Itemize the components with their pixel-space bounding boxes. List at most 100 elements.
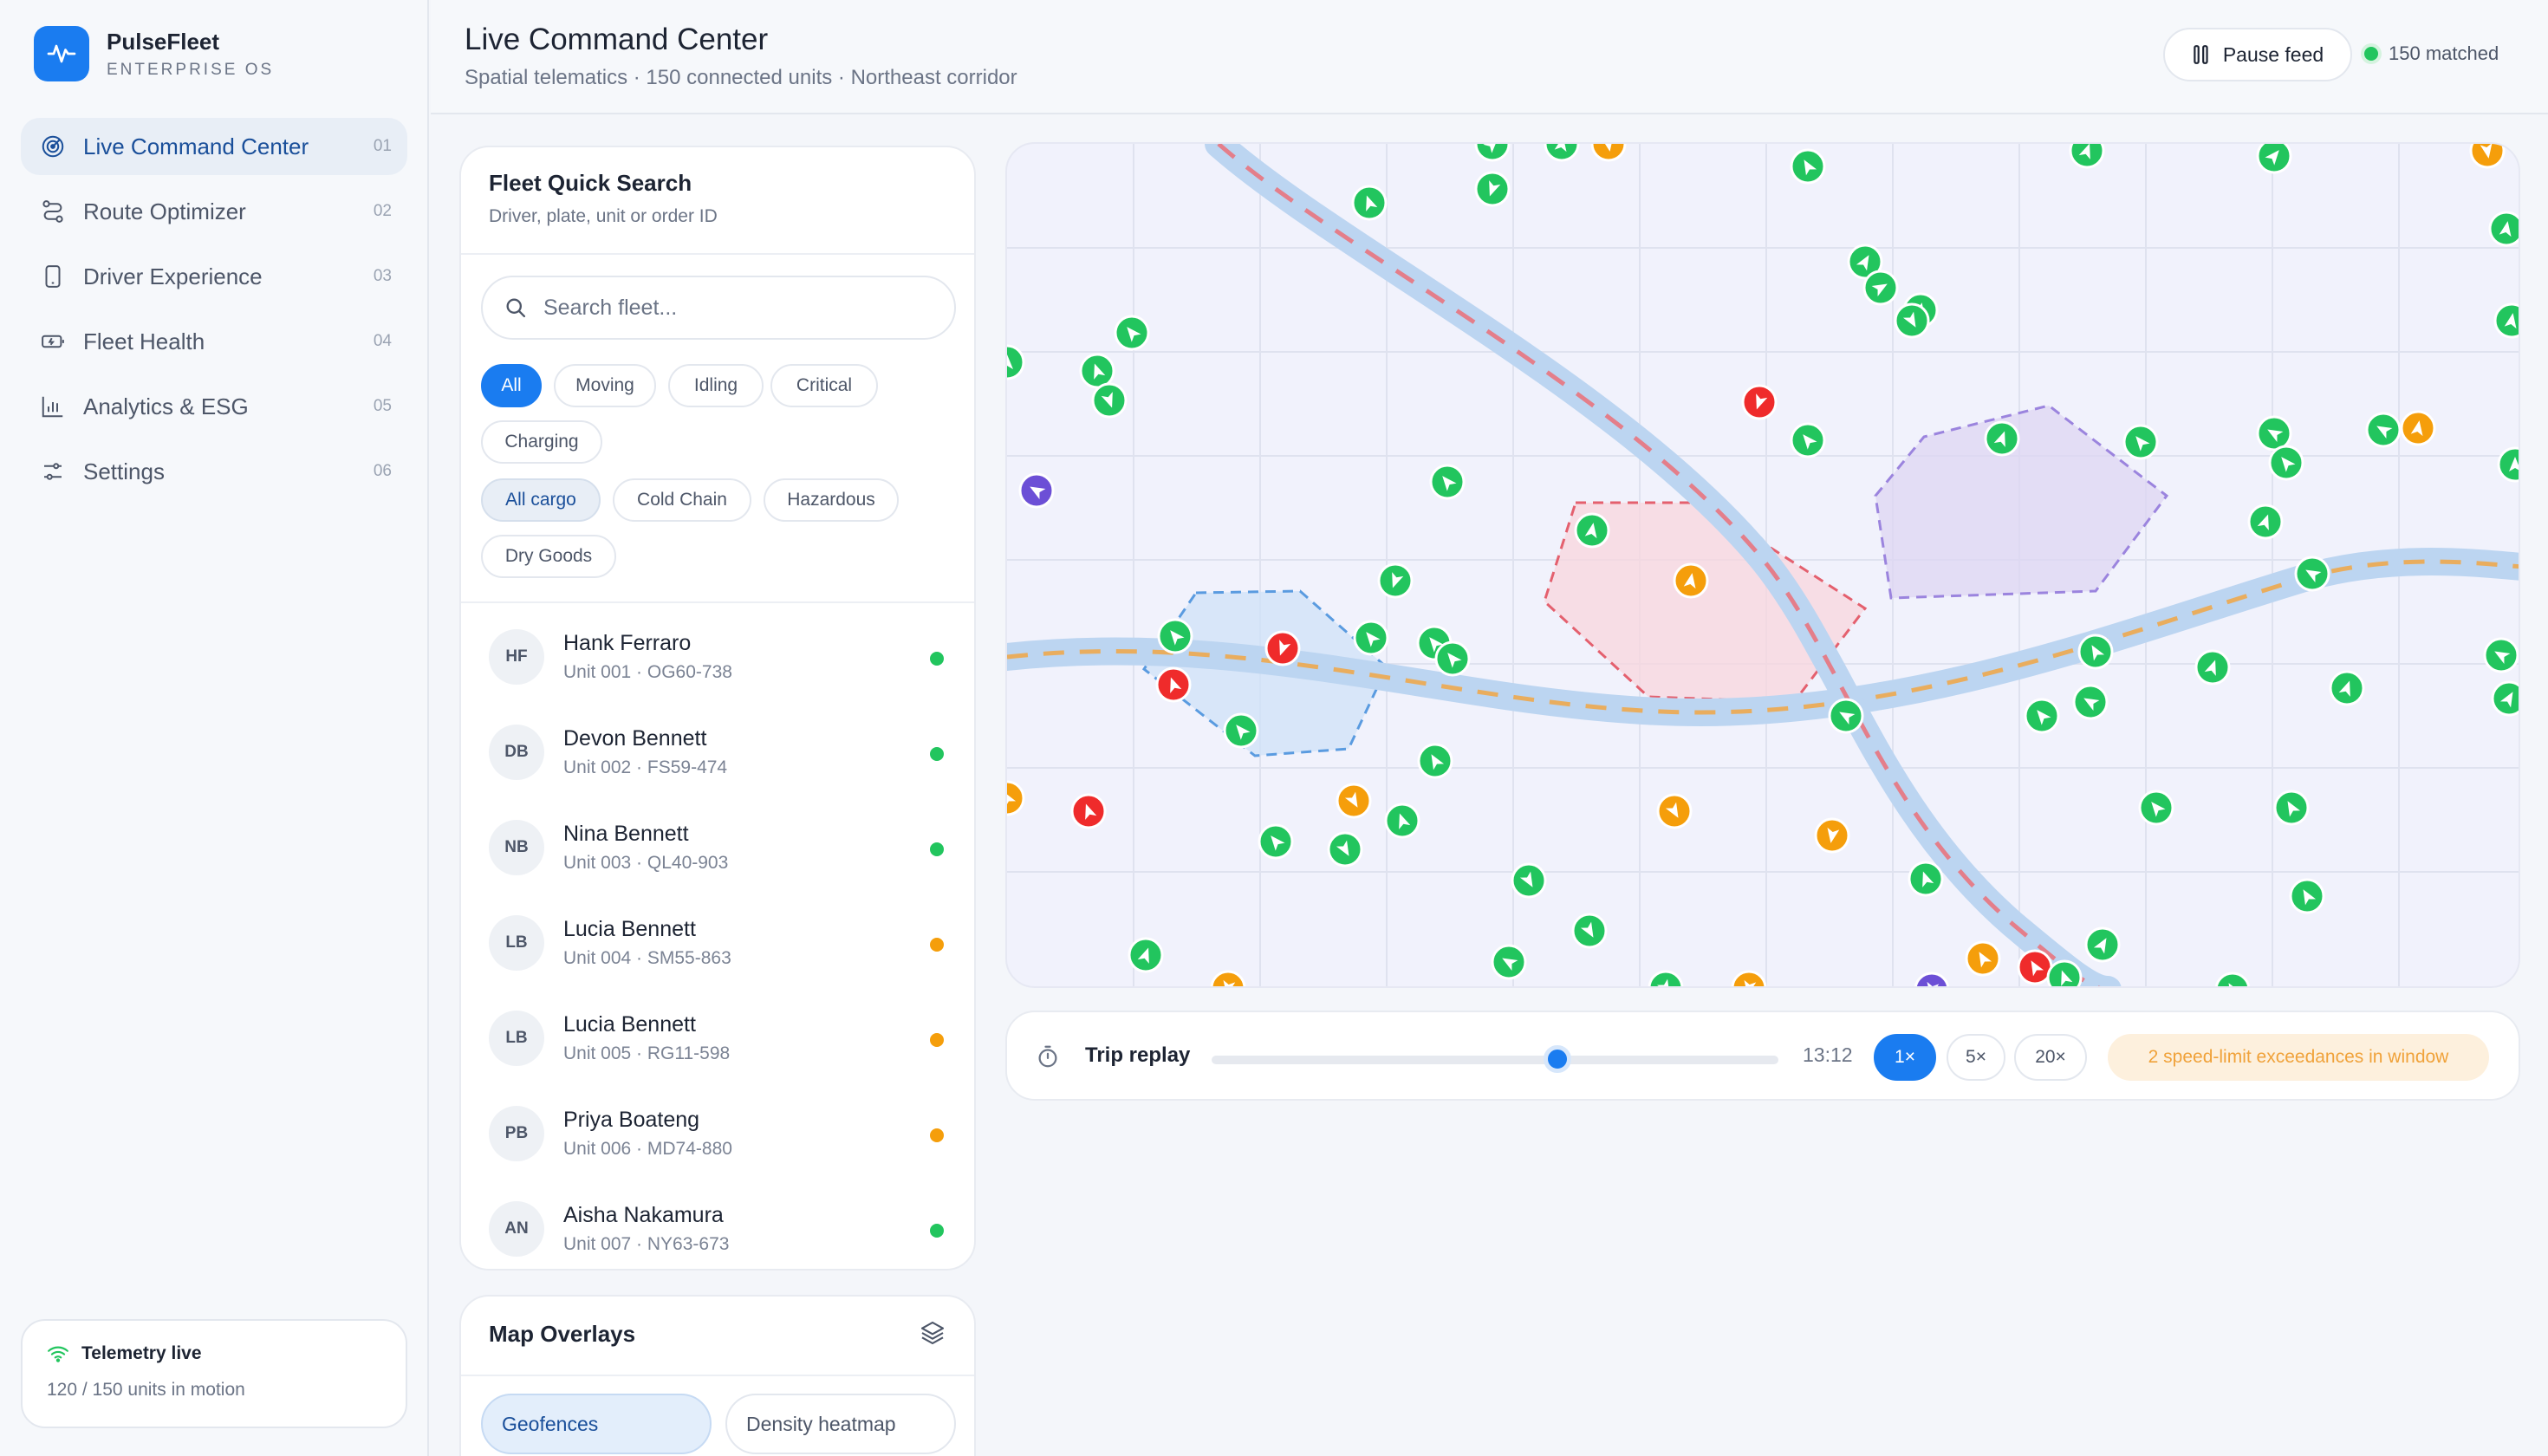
vehicle-marker-icon[interactable] (1155, 666, 1192, 703)
driver-row[interactable]: LB Lucia Bennett Unit 004 · SM55-863 (461, 900, 974, 995)
vehicle-marker-icon[interactable] (1474, 144, 1511, 162)
driver-row[interactable]: NB Nina Bennett Unit 003 · QL40-903 (461, 804, 974, 900)
vehicle-marker-icon[interactable] (2289, 878, 2325, 914)
vehicle-marker-icon[interactable] (1574, 512, 1610, 549)
vehicle-marker-icon[interactable] (2072, 684, 2109, 720)
vehicle-marker-icon[interactable] (1377, 562, 1414, 599)
speed-20x-button[interactable]: 20× (2014, 1034, 2087, 1081)
cargo-chip-cold-chain[interactable]: Cold Chain (613, 478, 751, 522)
vehicle-marker-icon[interactable] (1327, 831, 1363, 868)
vehicle-marker-icon[interactable] (1544, 144, 1580, 162)
vehicle-marker-icon[interactable] (1007, 344, 1025, 380)
vehicle-marker-icon[interactable] (1007, 780, 1025, 816)
search-input[interactable]: Search fleet... (481, 276, 956, 340)
vehicle-marker-icon[interactable] (1070, 793, 1107, 829)
vehicle-marker-icon[interactable] (1908, 861, 1944, 897)
vehicle-marker-icon[interactable] (2138, 790, 2174, 826)
nav-item-fleet-health[interactable]: Fleet Health 04 (21, 313, 407, 370)
vehicle-marker-icon[interactable] (2329, 670, 2365, 706)
vehicle-marker-icon[interactable] (1417, 743, 1453, 779)
filter-chip-critical[interactable]: Critical (770, 364, 878, 407)
layers-icon[interactable] (919, 1319, 946, 1351)
vehicle-marker-icon[interactable] (1264, 630, 1301, 666)
vehicle-marker-icon[interactable] (2024, 698, 2060, 734)
vehicle-marker-icon[interactable] (1384, 803, 1420, 839)
vehicle-marker-icon[interactable] (2122, 424, 2159, 460)
vehicle-marker-icon[interactable] (1157, 618, 1193, 654)
vehicle-marker-icon[interactable] (1741, 384, 1778, 420)
vehicle-marker-icon[interactable] (2194, 649, 2231, 686)
vehicle-marker-icon[interactable] (1429, 464, 1466, 500)
vehicle-marker-icon[interactable] (2069, 144, 2105, 169)
nav-item-driver-experience[interactable]: Driver Experience 03 (21, 248, 407, 305)
vehicle-marker-icon[interactable] (1210, 970, 1246, 988)
vehicle-marker-icon[interactable] (1590, 144, 1627, 162)
vehicle-marker-icon[interactable] (1814, 817, 1850, 854)
vehicle-marker-icon[interactable] (1965, 940, 2001, 977)
vehicle-marker-icon[interactable] (1091, 382, 1128, 419)
vehicle-marker-icon[interactable] (2488, 211, 2520, 247)
vehicle-marker-icon[interactable] (1018, 472, 1055, 509)
vehicle-marker-icon[interactable] (2491, 680, 2520, 717)
vehicle-marker-icon[interactable] (1258, 823, 1294, 860)
vehicle-marker-icon[interactable] (2469, 144, 2506, 169)
vehicle-marker-icon[interactable] (1656, 793, 1693, 829)
vehicle-marker-icon[interactable] (2256, 415, 2292, 452)
vehicle-marker-icon[interactable] (1673, 562, 1709, 599)
speed-1x-button[interactable]: 1× (1874, 1034, 1936, 1081)
nav-item-route-optimizer[interactable]: Route Optimizer 02 (21, 183, 407, 240)
overlay-density-heatmap-toggle[interactable]: Density heatmap (725, 1394, 956, 1454)
vehicle-marker-icon[interactable] (2084, 926, 2121, 963)
cargo-chip-hazardous[interactable]: Hazardous (764, 478, 899, 522)
vehicle-marker-icon[interactable] (2493, 302, 2520, 339)
vehicle-marker-icon[interactable] (2256, 144, 2292, 174)
cargo-chip-dry-goods[interactable]: Dry Goods (481, 535, 616, 578)
filter-chip-all[interactable]: All (481, 364, 542, 407)
speed-5x-button[interactable]: 5× (1947, 1034, 2005, 1081)
vehicle-marker-icon[interactable] (1571, 913, 1608, 949)
vehicle-marker-icon[interactable] (1790, 148, 1826, 185)
vehicle-marker-icon[interactable] (2400, 410, 2436, 446)
vehicle-marker-icon[interactable] (1731, 970, 1767, 988)
geofence-purple[interactable] (1874, 404, 2169, 600)
vehicle-marker-icon[interactable] (1351, 185, 1388, 221)
vehicle-marker-icon[interactable] (1511, 862, 1547, 899)
vehicle-marker-icon[interactable] (2077, 634, 2114, 670)
driver-row[interactable]: AN Aisha Nakamura Unit 007 · NY63-673 (461, 1186, 974, 1269)
vehicle-marker-icon[interactable] (2365, 412, 2402, 448)
vehicle-marker-icon[interactable] (1828, 698, 1864, 734)
driver-row[interactable]: DB Devon Bennett Unit 002 · FS59-474 (461, 709, 974, 804)
pause-feed-button[interactable]: Pause feed (2163, 28, 2352, 81)
vehicle-marker-icon[interactable] (1790, 422, 1826, 458)
driver-row[interactable]: HF Hank Ferraro Unit 001 · OG60-738 (461, 614, 974, 709)
vehicle-marker-icon[interactable] (1862, 270, 1899, 306)
filter-chip-charging[interactable]: Charging (481, 420, 602, 464)
nav-item-settings[interactable]: Settings 06 (21, 443, 407, 500)
vehicle-marker-icon[interactable] (1336, 783, 1372, 819)
vehicle-marker-icon[interactable] (2268, 445, 2304, 481)
vehicle-marker-icon[interactable] (1223, 712, 1259, 749)
vehicle-marker-icon[interactable] (1894, 302, 1930, 339)
vehicle-marker-icon[interactable] (2273, 790, 2310, 826)
vehicle-marker-icon[interactable] (1353, 620, 1389, 656)
filter-chip-moving[interactable]: Moving (554, 364, 656, 407)
map-canvas[interactable] (1007, 144, 2520, 988)
vehicle-marker-icon[interactable] (2017, 949, 2053, 985)
vehicle-marker-icon[interactable] (1984, 420, 2020, 457)
replay-slider-thumb[interactable] (1543, 1045, 1571, 1073)
vehicle-marker-icon[interactable] (1434, 640, 1471, 677)
brand[interactable]: PulseFleet ENTERPRISE OS (34, 26, 274, 81)
vehicle-marker-icon[interactable] (2483, 637, 2519, 673)
vehicle-marker-icon[interactable] (1914, 972, 1950, 988)
vehicle-marker-icon[interactable] (2294, 556, 2330, 592)
vehicle-marker-icon[interactable] (2247, 504, 2284, 540)
vehicle-marker-icon[interactable] (2214, 972, 2251, 988)
vehicle-marker-icon[interactable] (1079, 353, 1115, 389)
vehicle-marker-icon[interactable] (1128, 937, 1164, 973)
overlay-geofences-toggle[interactable]: Geofences (481, 1394, 712, 1454)
nav-item-live-command-center[interactable]: Live Command Center 01 (21, 118, 407, 175)
fleet-map[interactable] (1005, 142, 2520, 988)
vehicle-marker-icon[interactable] (2046, 959, 2083, 988)
vehicle-marker-icon[interactable] (1114, 315, 1150, 351)
vehicle-marker-icon[interactable] (2497, 446, 2520, 483)
